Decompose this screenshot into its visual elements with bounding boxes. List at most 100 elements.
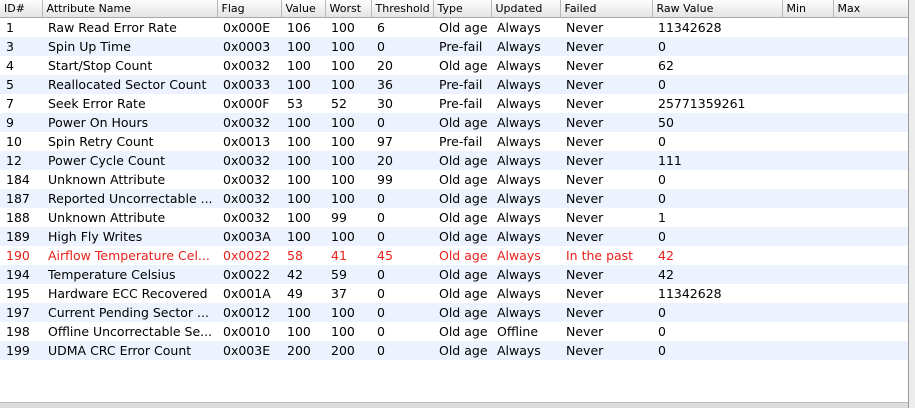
horizontal-scrollbar-track[interactable] <box>0 402 908 408</box>
cell-min <box>782 189 833 208</box>
table-row[interactable]: 188 Unknown Attribute 0x0032 100 99 0 Old age A… <box>0 208 908 227</box>
cell-value: 100 <box>281 37 325 56</box>
table-row[interactable]: 184 Unknown Attribute 0x0032 100 100 99 Old ag… <box>0 170 908 189</box>
column-header-threshold[interactable]: Threshold <box>371 0 434 18</box>
cell-attribute-name: Reallocated Sector Count <box>42 75 217 94</box>
cell-min <box>782 94 833 113</box>
cell-type: Old age <box>433 189 491 208</box>
column-header-value[interactable]: Value <box>281 0 326 18</box>
cell-value: 49 <box>281 284 325 303</box>
cell-min <box>782 341 833 360</box>
cell-threshold: 0 <box>371 284 433 303</box>
cell-type: Old age <box>433 341 491 360</box>
table-header-row: ID# Attribute Name Flag Value Worst Thre… <box>0 0 908 18</box>
cell-flag: 0x0012 <box>217 303 281 322</box>
cell-flag: 0x003E <box>217 341 281 360</box>
cell-id: 197 <box>0 303 42 322</box>
cell-type: Old age <box>433 284 491 303</box>
cell-min <box>782 75 833 94</box>
cell-min <box>782 113 833 132</box>
table-row[interactable]: 10 Spin Retry Count 0x0013 100 100 97 Pre-fail… <box>0 132 908 151</box>
cell-raw-value: 25771359261 <box>652 94 782 113</box>
cell-threshold: 0 <box>371 189 433 208</box>
table-row[interactable]: 195 Hardware ECC Recovered 0x001A 49 37 0 Old … <box>0 284 908 303</box>
cell-threshold: 0 <box>371 303 433 322</box>
column-header-raw-value[interactable]: Raw Value <box>652 0 783 18</box>
table-row[interactable]: 9 Power On Hours 0x0032 100 100 0 Old age Alway… <box>0 113 908 132</box>
table-row[interactable]: 12 Power Cycle Count 0x0032 100 100 20 Old age… <box>0 151 908 170</box>
cell-max <box>833 170 908 189</box>
cell-attribute-name: Airflow Temperature Cel... <box>42 246 217 265</box>
table-row[interactable]: 7 Seek Error Rate 0x000F 53 52 30 Pre-fail Alwa… <box>0 94 908 113</box>
cell-failed: Never <box>560 37 652 56</box>
table-row[interactable]: 194 Temperature Celsius 0x0022 42 59 0 Old age… <box>0 265 908 284</box>
cell-id: 3 <box>0 37 42 56</box>
cell-type: Old age <box>433 170 491 189</box>
cell-raw-value: 0 <box>652 189 782 208</box>
cell-type: Old age <box>433 56 491 75</box>
cell-type: Old age <box>433 265 491 284</box>
cell-raw-value: 11342628 <box>652 17 782 37</box>
cell-worst: 200 <box>325 341 371 360</box>
cell-value: 100 <box>281 303 325 322</box>
cell-flag: 0x001A <box>217 284 281 303</box>
cell-max <box>833 322 908 341</box>
cell-worst: 100 <box>325 75 371 94</box>
cell-flag: 0x0032 <box>217 170 281 189</box>
cell-flag: 0x0010 <box>217 322 281 341</box>
cell-updated: Offline <box>491 322 560 341</box>
cell-flag: 0x0003 <box>217 37 281 56</box>
cell-threshold: 0 <box>371 227 433 246</box>
cell-attribute-name: Power Cycle Count <box>42 151 217 170</box>
table-row[interactable]: 189 High Fly Writes 0x003A 100 100 0 Old age Al… <box>0 227 908 246</box>
table-row[interactable]: 3 Spin Up Time 0x0003 100 100 0 Pre-fail Always… <box>0 37 908 56</box>
cell-type: Old age <box>433 208 491 227</box>
cell-value: 58 <box>281 246 325 265</box>
empty-cell <box>433 360 491 379</box>
cell-updated: Always <box>491 246 560 265</box>
cell-attribute-name: Offline Uncorrectable Se... <box>42 322 217 341</box>
column-header-type[interactable]: Type <box>433 0 492 18</box>
cell-threshold: 0 <box>371 322 433 341</box>
cell-type: Old age <box>433 17 491 37</box>
cell-raw-value: 0 <box>652 132 782 151</box>
column-header-attribute-name[interactable]: Attribute Name <box>42 0 218 18</box>
cell-threshold: 6 <box>371 17 433 37</box>
cell-failed: Never <box>560 113 652 132</box>
cell-attribute-name: Seek Error Rate <box>42 94 217 113</box>
cell-updated: Always <box>491 17 560 37</box>
cell-attribute-name: Unknown Attribute <box>42 208 217 227</box>
cell-max <box>833 151 908 170</box>
column-header-failed[interactable]: Failed <box>560 0 653 18</box>
column-header-id[interactable]: ID# <box>0 0 43 18</box>
column-header-worst[interactable]: Worst <box>325 0 372 18</box>
cell-updated: Always <box>491 170 560 189</box>
cell-raw-value: 1 <box>652 208 782 227</box>
column-header-min[interactable]: Min <box>782 0 834 18</box>
table-row[interactable]: 190 Airflow Temperature Cel... 0x0022 58 41 4… <box>0 246 908 265</box>
table-row[interactable]: 199 UDMA CRC Error Count 0x003E 200 200 0 Old … <box>0 341 908 360</box>
cell-failed: Never <box>560 56 652 75</box>
cell-worst: 59 <box>325 265 371 284</box>
table-row[interactable]: 4 Start/Stop Count 0x0032 100 100 20 Old age Al… <box>0 56 908 75</box>
cell-worst: 100 <box>325 56 371 75</box>
empty-row <box>0 360 908 379</box>
column-header-max[interactable]: Max <box>833 0 908 18</box>
table-row[interactable]: 197 Current Pending Sector ... 0x0012 100 10… <box>0 303 908 322</box>
cell-threshold: 99 <box>371 170 433 189</box>
table-row[interactable]: 5 Reallocated Sector Count 0x0033 100 100 36 P… <box>0 75 908 94</box>
cell-flag: 0x0032 <box>217 151 281 170</box>
cell-raw-value: 0 <box>652 75 782 94</box>
cell-failed: Never <box>560 151 652 170</box>
window-edge <box>909 0 915 408</box>
table-row[interactable]: 187 Reported Uncorrectable ... 0x0032 100 10… <box>0 189 908 208</box>
table-row[interactable]: 1 Raw Read Error Rate 0x000E 106 100 6 Old age… <box>0 17 908 37</box>
cell-id: 190 <box>0 246 42 265</box>
table-row[interactable]: 198 Offline Uncorrectable Se... 0x0010 100 1… <box>0 322 908 341</box>
cell-max <box>833 265 908 284</box>
cell-id: 199 <box>0 341 42 360</box>
cell-min <box>782 151 833 170</box>
column-header-flag[interactable]: Flag <box>217 0 282 18</box>
column-header-updated[interactable]: Updated <box>491 0 561 18</box>
cell-failed: Never <box>560 303 652 322</box>
